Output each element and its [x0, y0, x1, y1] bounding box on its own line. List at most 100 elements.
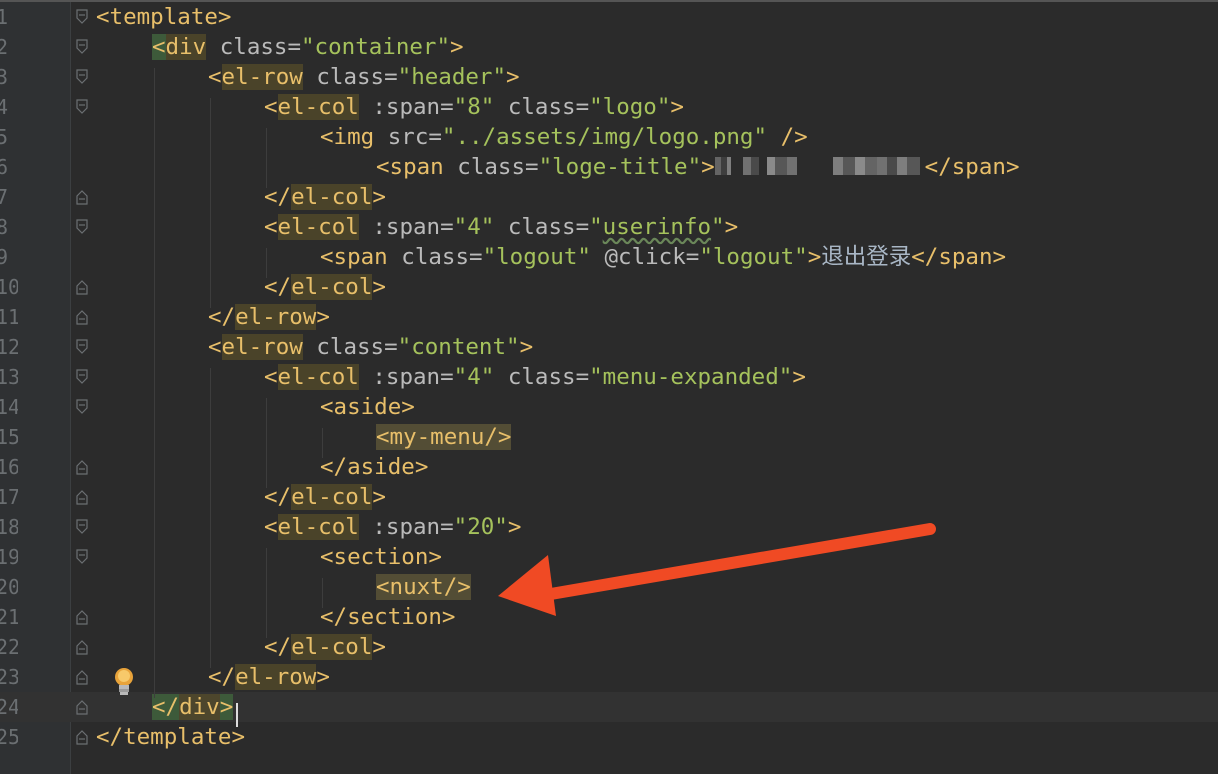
code-text[interactable]: <div class="container"> [152, 32, 464, 62]
code-line[interactable]: 16 </aside> [0, 452, 1218, 482]
fold-marker-icon[interactable] [76, 219, 88, 235]
fold-marker-icon[interactable] [76, 189, 88, 205]
code-line[interactable]: 23 </el-row> [0, 662, 1218, 692]
code-text[interactable]: </template> [96, 722, 245, 752]
code-text[interactable]: <el-col :span="8" class="logo"> [264, 92, 684, 122]
fold-marker-icon[interactable] [76, 369, 88, 385]
tag-punctuation: > [670, 94, 684, 120]
fold-marker-icon[interactable] [76, 729, 88, 745]
code-line[interactable]: 17 </el-col> [0, 482, 1218, 512]
code-text[interactable]: </el-row> [208, 662, 330, 692]
fold-marker-icon[interactable] [76, 69, 88, 85]
code-text[interactable]: <img src="../assets/img/logo.png" /> [320, 122, 808, 152]
attribute-value: "header" [397, 64, 507, 90]
indent-guide [266, 548, 267, 638]
code-text[interactable]: </div> [152, 692, 234, 722]
code-text[interactable]: <el-col :span="4" class="menu-expanded"> [264, 362, 806, 392]
code-line[interactable]: 15 <my-menu/> [0, 422, 1218, 452]
code-line[interactable]: 8<el-col :span="4" class="userinfo"> [0, 212, 1218, 242]
code-line[interactable]: 20 <nuxt/> [0, 572, 1218, 602]
code-text[interactable]: <aside> [320, 392, 415, 422]
tag-punctuation: </ [152, 694, 180, 720]
fold-marker-icon[interactable] [76, 549, 88, 565]
fold-marker-icon[interactable] [76, 669, 88, 685]
attribute-name: class= [494, 94, 590, 120]
code-line[interactable]: 7 </el-col> [0, 182, 1218, 212]
code-text[interactable]: <span class="loge-title"> </span> [376, 152, 1020, 182]
code-text[interactable]: </el-col> [264, 182, 386, 212]
code-line[interactable]: 5 <img src="../assets/img/logo.png" /> [0, 122, 1218, 152]
code-text[interactable]: <el-col :span="20"> [264, 512, 521, 542]
code-text[interactable]: <my-menu/> [376, 422, 512, 452]
tag-name: el-row [235, 664, 317, 690]
fold-marker-icon[interactable] [76, 309, 88, 325]
tag-punctuation: < [264, 514, 278, 540]
code-line[interactable]: 2 <div class="container"> [0, 32, 1218, 62]
fold-marker-icon[interactable] [76, 99, 88, 115]
code-line[interactable]: 21 </section> [0, 602, 1218, 632]
code-text[interactable]: <template> [96, 2, 231, 32]
code-text[interactable]: <el-col :span="4" class="userinfo"> [264, 212, 738, 242]
code-editor[interactable]: 1<template>2<div class="container">3<el-… [0, 0, 1218, 774]
code-text[interactable]: <el-row class="content"> [208, 332, 533, 362]
code-line[interactable]: 6<span class="loge-title"></span> [0, 152, 1218, 182]
attribute-value: userinfo [602, 214, 712, 240]
lightbulb-icon[interactable] [112, 666, 136, 698]
attribute-value: "4" [453, 214, 495, 240]
tag-punctuation: < [320, 124, 334, 150]
code-text[interactable]: </el-row> [208, 302, 330, 332]
line-number: 5 [0, 122, 18, 152]
code-line[interactable]: 11 </el-row> [0, 302, 1218, 332]
fold-marker-icon[interactable] [76, 519, 88, 535]
fold-marker-icon[interactable] [76, 459, 88, 475]
code-line[interactable]: 25 </template> [0, 722, 1218, 752]
attribute-name: class= [494, 364, 590, 390]
attribute-name: class= [387, 244, 483, 270]
code-line[interactable]: 24 </div> [0, 692, 1218, 722]
code-line[interactable]: 1 <template> [0, 2, 1218, 32]
attribute-value: "../assets/img/logo.png" [441, 124, 768, 150]
fold-marker-icon[interactable] [76, 39, 88, 55]
code-line[interactable]: 14 <aside> [0, 392, 1218, 422]
tag-punctuation: > [217, 4, 232, 30]
tag-name: div [179, 694, 220, 720]
line-number: 19 [0, 542, 18, 572]
fold-marker-icon[interactable] [76, 279, 88, 295]
fold-marker-icon[interactable] [76, 639, 88, 655]
code-line[interactable]: 13 <el-col :span="4" class="menu-expanded… [0, 362, 1218, 392]
tag-name: el-col [277, 364, 359, 390]
code-line[interactable]: 9<span class="logout" @click="logout">退出… [0, 242, 1218, 272]
code-line[interactable]: 10 </el-col> [0, 272, 1218, 302]
tag-punctuation: > [401, 394, 415, 420]
fold-marker-icon[interactable] [76, 399, 88, 415]
fold-marker-icon[interactable] [76, 609, 88, 625]
code-text[interactable]: </el-col> [264, 272, 386, 302]
tag-punctuation: > [506, 64, 520, 90]
code-line[interactable]: 22 </el-col> [0, 632, 1218, 662]
code-text[interactable]: </el-col> [264, 482, 386, 512]
fold-marker-icon[interactable] [76, 699, 88, 715]
tag-punctuation: > [372, 484, 386, 510]
attribute-name: class= [494, 214, 590, 240]
code-text[interactable]: <span class="logout" @click="logout">退出登… [320, 242, 1006, 272]
indent-guide [266, 128, 267, 188]
code-text[interactable]: <section> [320, 542, 442, 572]
tag-punctuation: > [372, 634, 386, 660]
code-line[interactable]: 4 <el-col :span="8" class="logo"> [0, 92, 1218, 122]
fold-marker-icon[interactable] [76, 9, 88, 25]
tag-punctuation: </ [320, 604, 348, 630]
tag-punctuation: > [807, 244, 822, 270]
code-text[interactable]: </section> [320, 602, 455, 632]
fold-marker-icon[interactable] [76, 339, 88, 355]
code-text[interactable]: <nuxt/> [376, 572, 471, 602]
code-line[interactable]: 18 <el-col :span="20"> [0, 512, 1218, 542]
fold-marker-icon[interactable] [76, 489, 88, 505]
code-line[interactable]: 3 <el-row class="header"> [0, 62, 1218, 92]
code-text[interactable]: </el-col> [264, 632, 386, 662]
code-text[interactable]: <el-row class="header"> [208, 62, 520, 92]
code-line[interactable]: 12 <el-row class="content"> [0, 332, 1218, 362]
code-line[interactable]: 19 <section> [0, 542, 1218, 572]
code-text[interactable]: </aside> [320, 452, 428, 482]
line-number: 11 [0, 302, 18, 332]
line-number: 25 [0, 722, 18, 752]
